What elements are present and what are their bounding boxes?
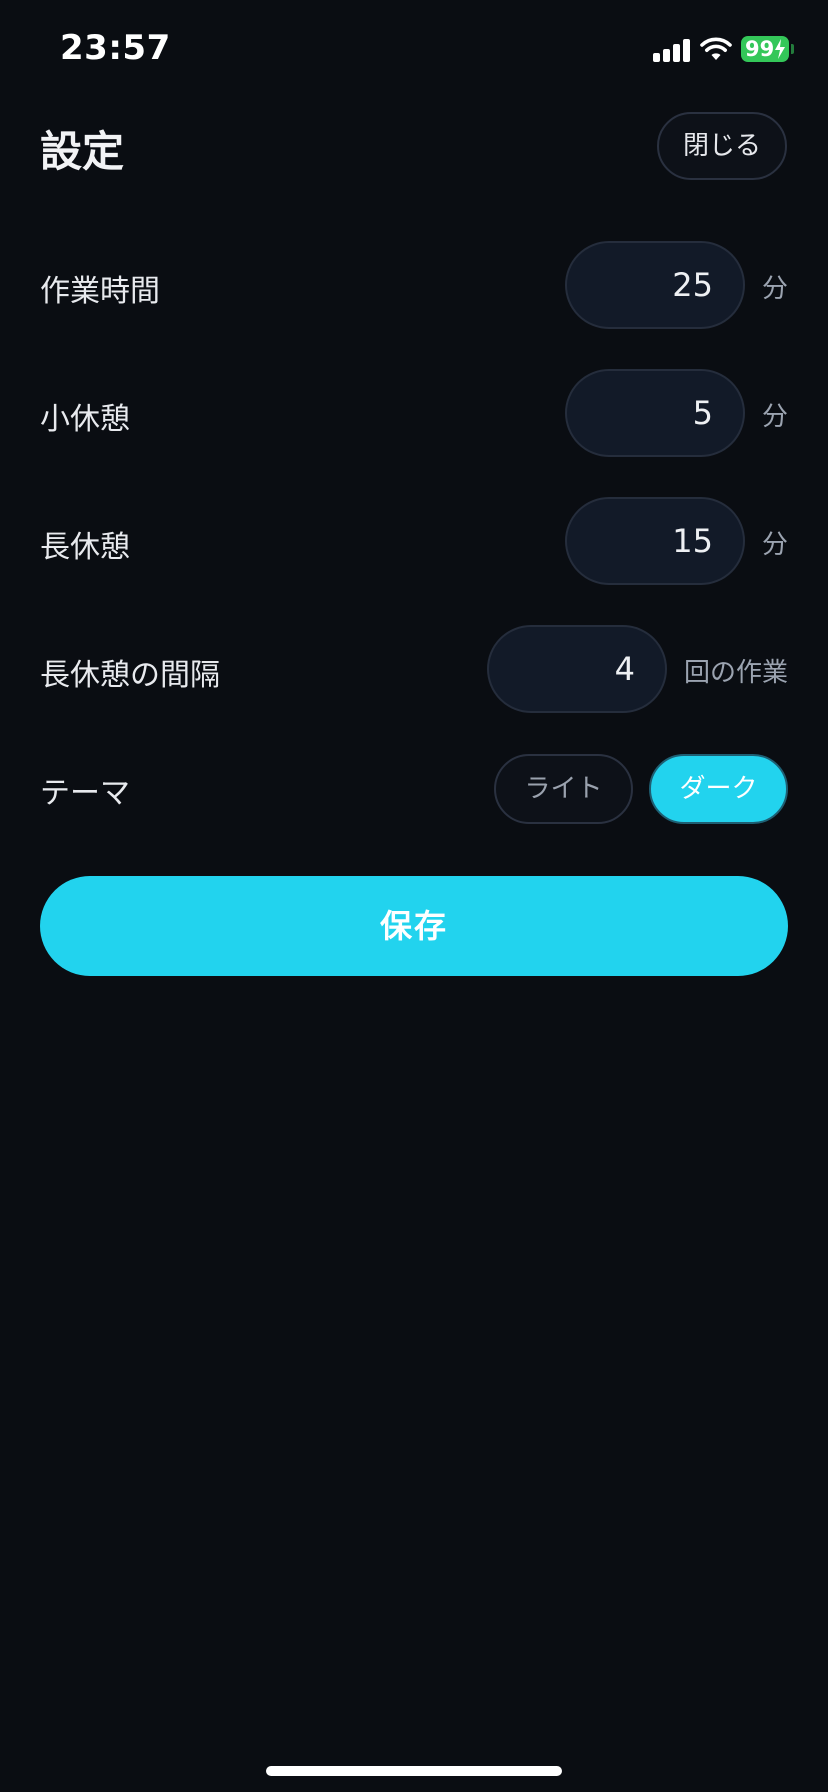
page-title: 設定 xyxy=(40,127,125,176)
cellular-signal-icon xyxy=(653,38,691,62)
long-break-unit: 分 xyxy=(762,530,789,560)
battery-level: 99 xyxy=(745,37,775,61)
short-break-unit: 分 xyxy=(762,402,789,432)
work-duration-unit: 分 xyxy=(762,274,789,304)
long-break-interval-unit: 回の作業 xyxy=(684,658,789,688)
long-break-interval-input[interactable]: 4 xyxy=(487,625,667,713)
battery-charging-icon: 99 xyxy=(741,36,789,62)
short-break-label: 小休憩 xyxy=(40,402,130,437)
short-break-input[interactable]: 5 xyxy=(565,369,745,457)
long-break-interval-label: 長休憩の間隔 xyxy=(40,658,220,693)
status-bar: 23:57 99 xyxy=(0,0,828,100)
theme-light-button[interactable]: ライト xyxy=(494,754,633,824)
close-button[interactable]: 閉じる xyxy=(657,112,787,180)
work-duration-input[interactable]: 25 xyxy=(565,241,745,329)
status-time: 23:57 xyxy=(60,28,171,68)
bolt-icon xyxy=(775,39,785,59)
home-indicator xyxy=(266,1766,562,1776)
wifi-icon xyxy=(700,37,732,60)
battery-tip xyxy=(791,44,794,54)
long-break-label: 長休憩 xyxy=(40,530,130,565)
save-button[interactable]: 保存 xyxy=(40,876,788,976)
theme-dark-button[interactable]: ダーク xyxy=(649,754,788,824)
long-break-input[interactable]: 15 xyxy=(565,497,745,585)
theme-label: テーマ xyxy=(40,776,130,811)
work-duration-label: 作業時間 xyxy=(40,274,160,309)
